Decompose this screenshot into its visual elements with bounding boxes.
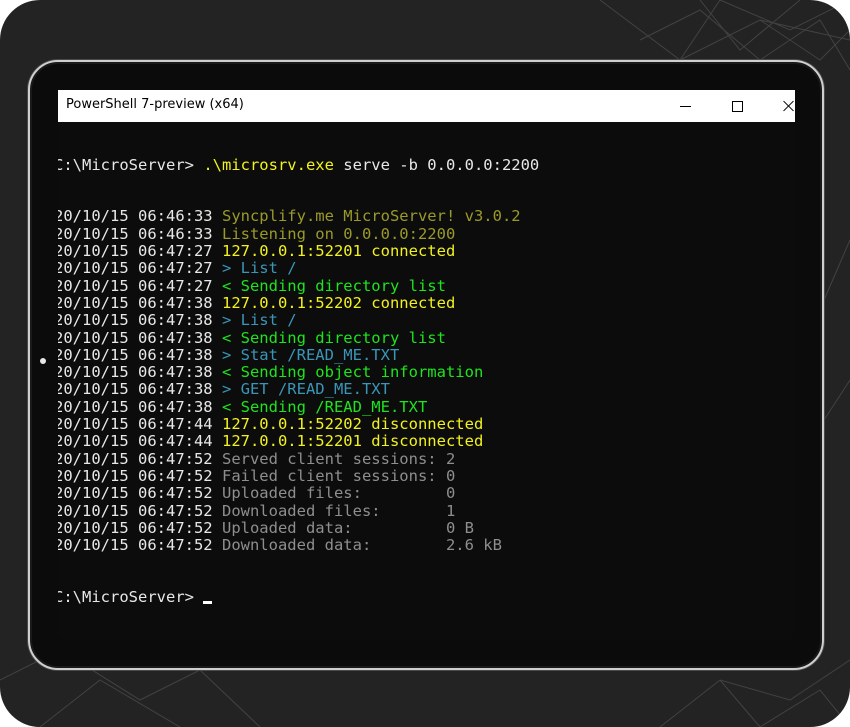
log-line: 20/10/15 06:47:38 > Stat /READ_ME.TXT xyxy=(58,345,791,364)
log-timestamp: 20/10/15 06:47:52 xyxy=(58,501,213,520)
log-message: < Sending directory list xyxy=(221,276,446,295)
log-message: < Sending object information xyxy=(221,363,484,382)
log-message: 127.0.0.1:52201 connected xyxy=(221,242,456,261)
close-button[interactable] xyxy=(766,90,795,122)
prompt-command: .\microsrv.exe xyxy=(203,155,334,174)
log-line: 20/10/15 06:47:38 < Sending /READ_ME.TXT xyxy=(58,397,791,416)
final-prompt-path: C:\MicroServer> xyxy=(58,588,204,607)
log-line: 20/10/15 06:47:27 > List / xyxy=(58,260,791,277)
log-timestamp: 20/10/15 06:47:38 xyxy=(58,311,213,330)
log-line: 20/10/15 06:47:52 Served client sessions… xyxy=(58,449,791,468)
log-timestamp: 20/10/15 06:47:52 xyxy=(58,449,213,468)
log-timestamp: 20/10/15 06:46:33 xyxy=(58,207,213,226)
log-timestamp: 20/10/15 06:47:38 xyxy=(58,363,213,382)
maximize-button[interactable] xyxy=(714,90,760,122)
terminal-window[interactable]: PowerShell 7-preview (x64) C:\MicroServe… xyxy=(58,90,795,640)
log-line: 20/10/15 06:47:38 > List / xyxy=(58,312,791,329)
log-message: Listening on 0.0.0.0:2200 xyxy=(221,224,456,243)
background: PowerShell 7-preview (x64) C:\MicroServe… xyxy=(0,0,850,727)
log-message: Downloaded data: 2.6 kB xyxy=(221,536,502,555)
maximize-icon xyxy=(731,100,743,112)
log-timestamp: 20/10/15 06:47:27 xyxy=(58,276,213,295)
log-timestamp: 20/10/15 06:47:38 xyxy=(58,328,213,347)
log-timestamp: 20/10/15 06:47:52 xyxy=(58,484,213,503)
log-message: Served client sessions: 2 xyxy=(221,449,456,468)
title-bar[interactable]: PowerShell 7-preview (x64) xyxy=(58,90,795,122)
log-line: 20/10/15 06:47:44 127.0.0.1:52201 discon… xyxy=(58,433,791,450)
prompt-path: C:\MicroServer> xyxy=(58,155,204,174)
log-message: Uploaded data: 0 B xyxy=(221,518,474,537)
log-message: > List / xyxy=(221,311,297,330)
log-message: Uploaded files: 0 xyxy=(221,484,456,503)
close-icon xyxy=(783,100,795,112)
minimize-icon xyxy=(679,105,691,107)
log-line: 20/10/15 06:47:38 < Sending directory li… xyxy=(58,328,791,347)
log-timestamp: 20/10/15 06:47:44 xyxy=(58,415,213,434)
log-message: 127.0.0.1:52202 connected xyxy=(221,293,456,312)
console-output[interactable]: C:\MicroServer> .\microsrv.exe serve -b … xyxy=(58,122,795,640)
log-timestamp: 20/10/15 06:47:38 xyxy=(58,345,213,364)
camera-dot xyxy=(40,358,46,364)
log-message: < Sending directory list xyxy=(221,328,446,347)
log-line: 20/10/15 06:47:38 > GET /READ_ME.TXT xyxy=(58,381,791,398)
log-line: 20/10/15 06:47:27 < Sending directory li… xyxy=(58,276,791,295)
log-message: Syncplify.me MicroServer! v3.0.2 xyxy=(221,207,521,226)
log-message: 127.0.0.1:52201 disconnected xyxy=(221,432,484,451)
log-message: > Stat /READ_ME.TXT xyxy=(221,345,400,364)
log-line: 20/10/15 06:47:52 Downloaded files: 1 xyxy=(58,501,791,520)
log-timestamp: 20/10/15 06:46:33 xyxy=(58,224,213,243)
log-line: 20/10/15 06:47:52 Failed client sessions… xyxy=(58,466,791,485)
text-cursor xyxy=(203,601,213,605)
log-line: 20/10/15 06:47:38 < Sending object infor… xyxy=(58,364,791,381)
log-timestamp: 20/10/15 06:47:38 xyxy=(58,397,213,416)
log-timestamp: 20/10/15 06:47:44 xyxy=(58,432,213,451)
window-title: PowerShell 7-preview (x64) xyxy=(66,97,244,112)
log-timestamp: 20/10/15 06:47:27 xyxy=(58,259,213,278)
log-timestamp: 20/10/15 06:47:52 xyxy=(58,536,213,555)
log-message: > GET /READ_ME.TXT xyxy=(221,380,390,399)
log-line: 20/10/15 06:47:52 Downloaded data: 2.6 k… xyxy=(58,536,791,555)
log-line: 20/10/15 06:46:33 Listening on 0.0.0.0:2… xyxy=(58,224,791,243)
minimize-button[interactable] xyxy=(662,90,708,122)
prompt-line: C:\MicroServer> .\microsrv.exe serve -b … xyxy=(58,155,791,174)
log-lines: 20/10/15 06:46:33 Syncplify.me MicroServ… xyxy=(58,208,795,554)
log-timestamp: 20/10/15 06:47:27 xyxy=(58,242,213,261)
log-line: 20/10/15 06:47:27 127.0.0.1:52201 connec… xyxy=(58,242,791,261)
log-timestamp: 20/10/15 06:47:38 xyxy=(58,380,213,399)
log-message: Failed client sessions: 0 xyxy=(221,466,456,485)
log-line: 20/10/15 06:47:38 127.0.0.1:52202 connec… xyxy=(58,293,791,312)
final-prompt-line: C:\MicroServer> xyxy=(58,588,791,607)
log-message: 127.0.0.1:52202 disconnected xyxy=(221,415,484,434)
log-message: Downloaded files: 1 xyxy=(221,501,456,520)
log-line: 20/10/15 06:46:33 Syncplify.me MicroServ… xyxy=(58,208,791,225)
log-line: 20/10/15 06:47:44 127.0.0.1:52202 discon… xyxy=(58,415,791,434)
prompt-args: serve -b 0.0.0.0:2200 xyxy=(333,155,540,174)
log-line: 20/10/15 06:47:52 Uploaded data: 0 B xyxy=(58,518,791,537)
log-message: < Sending /READ_ME.TXT xyxy=(221,397,428,416)
log-timestamp: 20/10/15 06:47:38 xyxy=(58,293,213,312)
log-timestamp: 20/10/15 06:47:52 xyxy=(58,466,213,485)
log-timestamp: 20/10/15 06:47:52 xyxy=(58,518,213,537)
log-message: > List / xyxy=(221,259,297,278)
log-line: 20/10/15 06:47:52 Uploaded files: 0 xyxy=(58,485,791,502)
